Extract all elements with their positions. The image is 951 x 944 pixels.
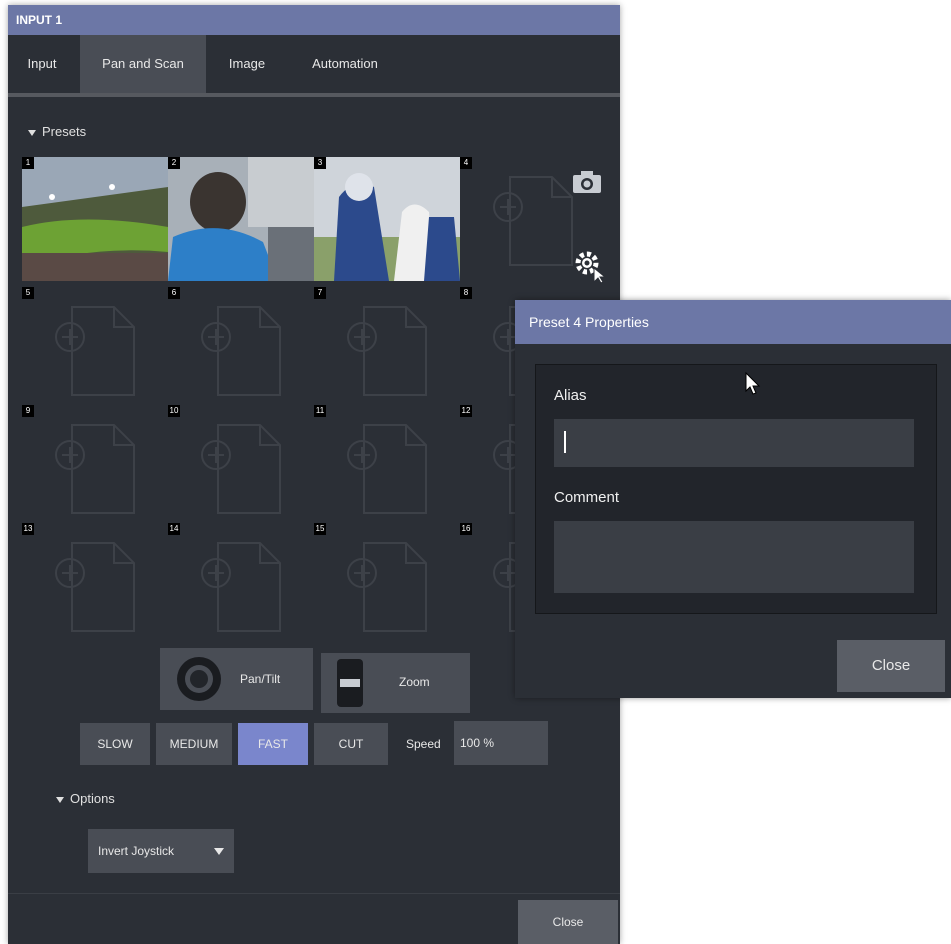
tab-automation[interactable]: Automation	[290, 35, 400, 93]
tab-input[interactable]: Input	[14, 35, 70, 93]
empty-preset-icon	[347, 306, 427, 396]
empty-preset-icon	[347, 542, 427, 632]
chevron-down-icon	[56, 796, 64, 803]
preset-7[interactable]: 7	[314, 287, 460, 407]
preset-number: 4	[460, 157, 472, 169]
empty-preset-icon	[55, 424, 135, 514]
preset-13[interactable]: 13	[22, 523, 168, 643]
dropdown-arrow-icon	[214, 848, 224, 855]
preset-9[interactable]: 9	[22, 405, 168, 525]
joystick-icon	[177, 657, 221, 701]
pantilt-button[interactable]: Pan/Tilt	[160, 648, 313, 710]
dialog-fields-panel: Alias Comment	[535, 364, 937, 614]
preset-6[interactable]: 6	[168, 287, 314, 407]
invert-joystick-dropdown[interactable]: Invert Joystick	[88, 829, 234, 873]
preset-number: 14	[168, 523, 180, 535]
alias-input[interactable]	[554, 419, 914, 467]
preset-1[interactable]: 1	[22, 157, 168, 281]
presets-label: Presets	[42, 124, 87, 139]
presets-section-toggle[interactable]: Presets	[28, 124, 86, 139]
mouse-pointer-icon	[745, 371, 761, 395]
preset-number: 13	[22, 523, 34, 535]
empty-preset-icon	[493, 176, 573, 266]
tab-pan-and-scan[interactable]: Pan and Scan	[80, 35, 206, 93]
speed-medium-button[interactable]: MEDIUM	[156, 723, 232, 765]
preset-number: 5	[22, 287, 34, 299]
dialog-close-button[interactable]: Close	[837, 640, 945, 692]
close-button[interactable]: Close	[518, 900, 618, 944]
speed-slow-button[interactable]: SLOW	[80, 723, 150, 765]
preset-number: 7	[314, 287, 326, 299]
football-players-thumbnail	[314, 157, 460, 281]
footer-divider	[8, 893, 620, 894]
empty-preset-icon	[201, 542, 281, 632]
options-label: Options	[70, 791, 115, 806]
preset-number: 11	[314, 405, 326, 417]
alias-label: Alias	[554, 387, 587, 404]
text-caret	[564, 431, 566, 453]
empty-preset-icon	[201, 424, 281, 514]
stadium-thumbnail	[22, 157, 168, 281]
preset-11[interactable]: 11	[314, 405, 460, 525]
speed-input[interactable]: 100 %	[454, 721, 548, 765]
speed-fast-button[interactable]: FAST	[238, 723, 308, 765]
empty-preset-icon	[347, 424, 427, 514]
speed-cut-button[interactable]: CUT	[314, 723, 388, 765]
preset-number: 1	[22, 157, 34, 169]
dropdown-value: Invert Joystick	[98, 844, 175, 858]
preset-number: 3	[314, 157, 326, 169]
dialog-title: Preset 4 Properties	[515, 300, 951, 344]
preset-number: 9	[22, 405, 34, 417]
empty-preset-icon	[55, 542, 135, 632]
preset-number: 10	[168, 405, 180, 417]
gear-icon[interactable]	[572, 248, 608, 284]
preset-properties-dialog: Preset 4 Properties Alias Comment Close	[515, 300, 951, 698]
pantilt-label: Pan/Tilt	[240, 672, 281, 686]
camera-snapshot-icon[interactable]	[570, 168, 604, 196]
preset-3[interactable]: 3	[314, 157, 460, 281]
options-section-toggle[interactable]: Options	[56, 791, 115, 806]
window-title: INPUT 1	[8, 5, 620, 35]
preset-number: 8	[460, 287, 472, 299]
preset-number: 16	[460, 523, 472, 535]
empty-preset-icon	[201, 306, 281, 396]
tab-bar: Input Pan and Scan Image Automation	[8, 35, 620, 97]
zoom-label: Zoom	[399, 675, 430, 689]
preset-number: 12	[460, 405, 472, 417]
camera-operator-thumbnail	[168, 157, 314, 281]
comment-input[interactable]	[554, 521, 914, 593]
zoom-slider-icon	[337, 659, 363, 707]
zoom-button[interactable]: Zoom	[321, 653, 470, 713]
preset-5[interactable]: 5	[22, 287, 168, 407]
speed-label: Speed	[406, 737, 441, 751]
empty-preset-icon	[55, 306, 135, 396]
preset-number: 2	[168, 157, 180, 169]
preset-15[interactable]: 15	[314, 523, 460, 643]
tab-image[interactable]: Image	[212, 35, 282, 93]
preset-number: 6	[168, 287, 180, 299]
preset-number: 15	[314, 523, 326, 535]
comment-label: Comment	[554, 489, 620, 506]
chevron-down-icon	[28, 129, 36, 136]
preset-14[interactable]: 14	[168, 523, 314, 643]
preset-10[interactable]: 10	[168, 405, 314, 525]
preset-2[interactable]: 2	[168, 157, 314, 281]
